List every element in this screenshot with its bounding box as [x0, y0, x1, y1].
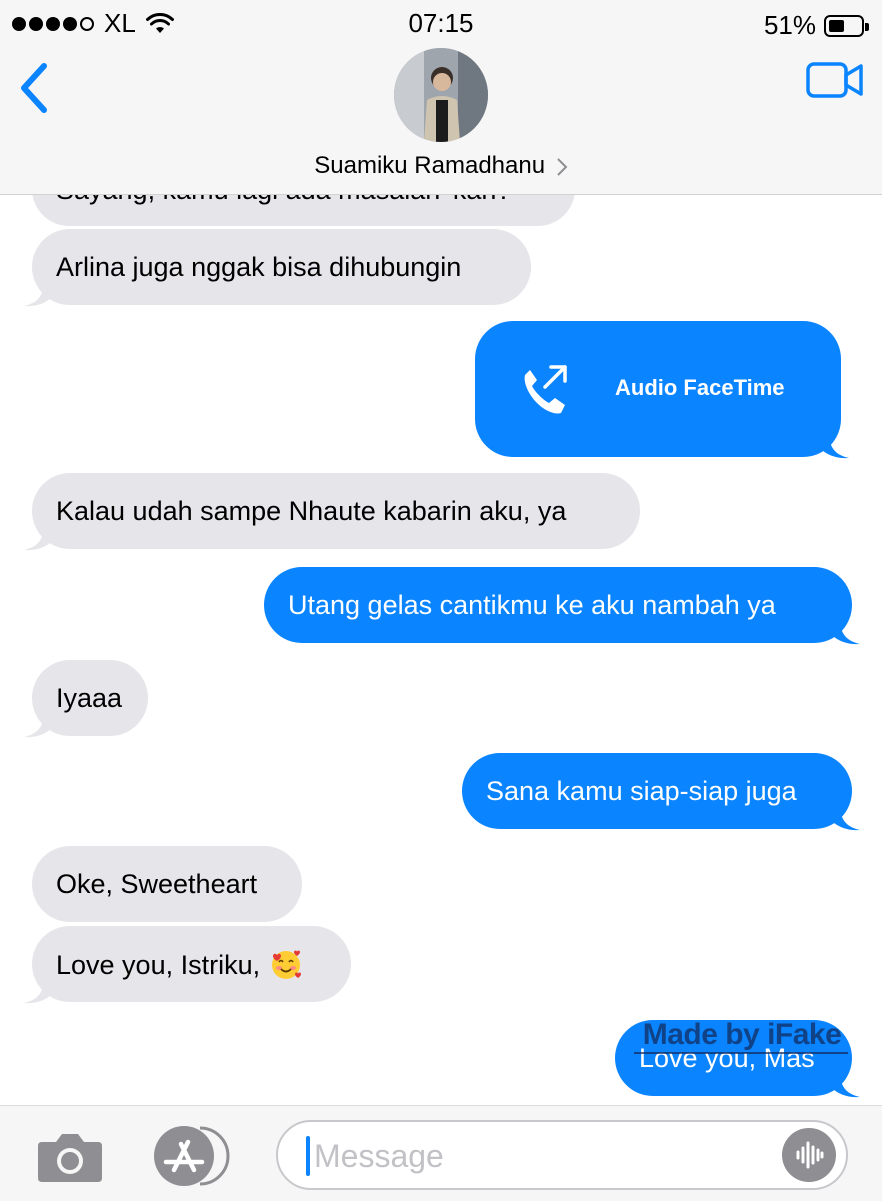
battery-fill [829, 19, 844, 32]
facetime-label: Audio FaceTime [615, 375, 785, 400]
app-store-icon[interactable] [150, 1124, 234, 1188]
phone-outgoing-icon [524, 365, 567, 414]
wifi-icon [145, 12, 174, 33]
message-text: Sayang, kamu lagi ada masalah 'kan? [56, 194, 511, 205]
chevron-left-icon[interactable] [14, 58, 54, 118]
status-bar: XL 07:15 51% [0, 0, 882, 46]
watermark-underline [634, 1052, 848, 1054]
message-sent[interactable]: Utang gelas cantikmu ke aku nambah ya [264, 567, 860, 645]
contact-avatar[interactable] [394, 48, 488, 142]
message-received[interactable]: Love you, Istriku, [24, 926, 351, 1004]
battery-icon [824, 14, 869, 37]
status-right: 51% [763, 10, 869, 41]
video-camera-icon[interactable] [806, 60, 864, 100]
message-received[interactable]: Sayang, kamu lagi ada masalah 'kan? [32, 194, 575, 226]
contact-name: Suamiku Ramadhanu [314, 152, 546, 179]
message-text: Oke, Sweetheart [56, 869, 258, 899]
input-bar: Message [0, 1105, 882, 1201]
message-received[interactable]: Kalau udah sampe Nhaute kabarin aku, ya [24, 473, 640, 551]
signal-strength-icon [12, 16, 94, 31]
audio-waveform-icon[interactable] [782, 1128, 836, 1182]
message-received[interactable]: Oke, Sweetheart [32, 846, 302, 922]
message-thread[interactable]: Sayang, kamu lagi ada masalah 'kan? Arli… [0, 194, 882, 1105]
contact-name-button[interactable]: Suamiku Ramadhanu [0, 152, 882, 180]
message-text: Arlina juga nggak bisa dihubungin [56, 252, 462, 282]
message-text: Sana kamu siap-siap juga [486, 776, 797, 806]
message-text: Kalau udah sampe Nhaute kabarin aku, ya [56, 496, 567, 526]
carrier-label: XL [104, 8, 136, 38]
message-placeholder: Message [314, 1138, 444, 1174]
message-sent[interactable]: Sana kamu siap-siap juga [462, 753, 860, 831]
smiling-face-with-hearts-icon [271, 950, 301, 979]
message-text: Love you, Istriku, [56, 950, 261, 980]
message-input[interactable]: Message [276, 1120, 848, 1190]
chevron-right-icon [557, 157, 568, 176]
camera-icon[interactable] [36, 1130, 104, 1184]
conversation-header: Suamiku Ramadhanu [0, 46, 882, 195]
facetime-audio-bubble[interactable]: Audio FaceTime [475, 321, 849, 459]
watermark: Made by iFake [642, 1018, 842, 1051]
text-cursor [306, 1136, 310, 1176]
message-text: Utang gelas cantikmu ke aku nambah ya [288, 590, 776, 620]
message-text: Iyaaa [56, 683, 123, 713]
message-received[interactable]: Arlina juga nggak bisa dihubungin [24, 229, 531, 307]
battery-percentage: 51% [763, 10, 816, 40]
status-left: XL [12, 8, 174, 39]
message-received[interactable]: Iyaaa [24, 660, 148, 738]
